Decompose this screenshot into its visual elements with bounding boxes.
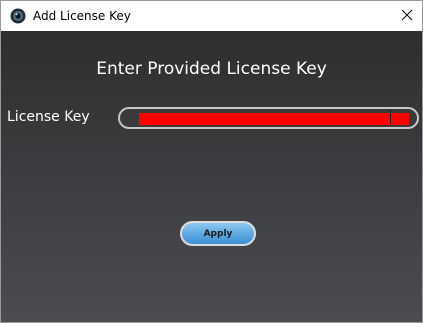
- title-bar: Add License Key: [1, 1, 422, 31]
- add-license-key-window: Add License Key Enter Provided License K…: [0, 0, 423, 323]
- license-key-field[interactable]: [118, 107, 419, 129]
- license-key-input[interactable]: [137, 112, 403, 125]
- page-title: Enter Provided License Key: [96, 59, 327, 79]
- close-button[interactable]: [392, 1, 422, 31]
- apply-button[interactable]: Apply: [180, 221, 256, 246]
- dialog-content: Enter Provided License Key License Key A…: [1, 31, 422, 322]
- close-icon: [401, 9, 413, 24]
- app-logo-icon: [10, 8, 26, 24]
- window-title: Add License Key: [33, 9, 131, 23]
- license-key-label: License Key: [7, 109, 90, 125]
